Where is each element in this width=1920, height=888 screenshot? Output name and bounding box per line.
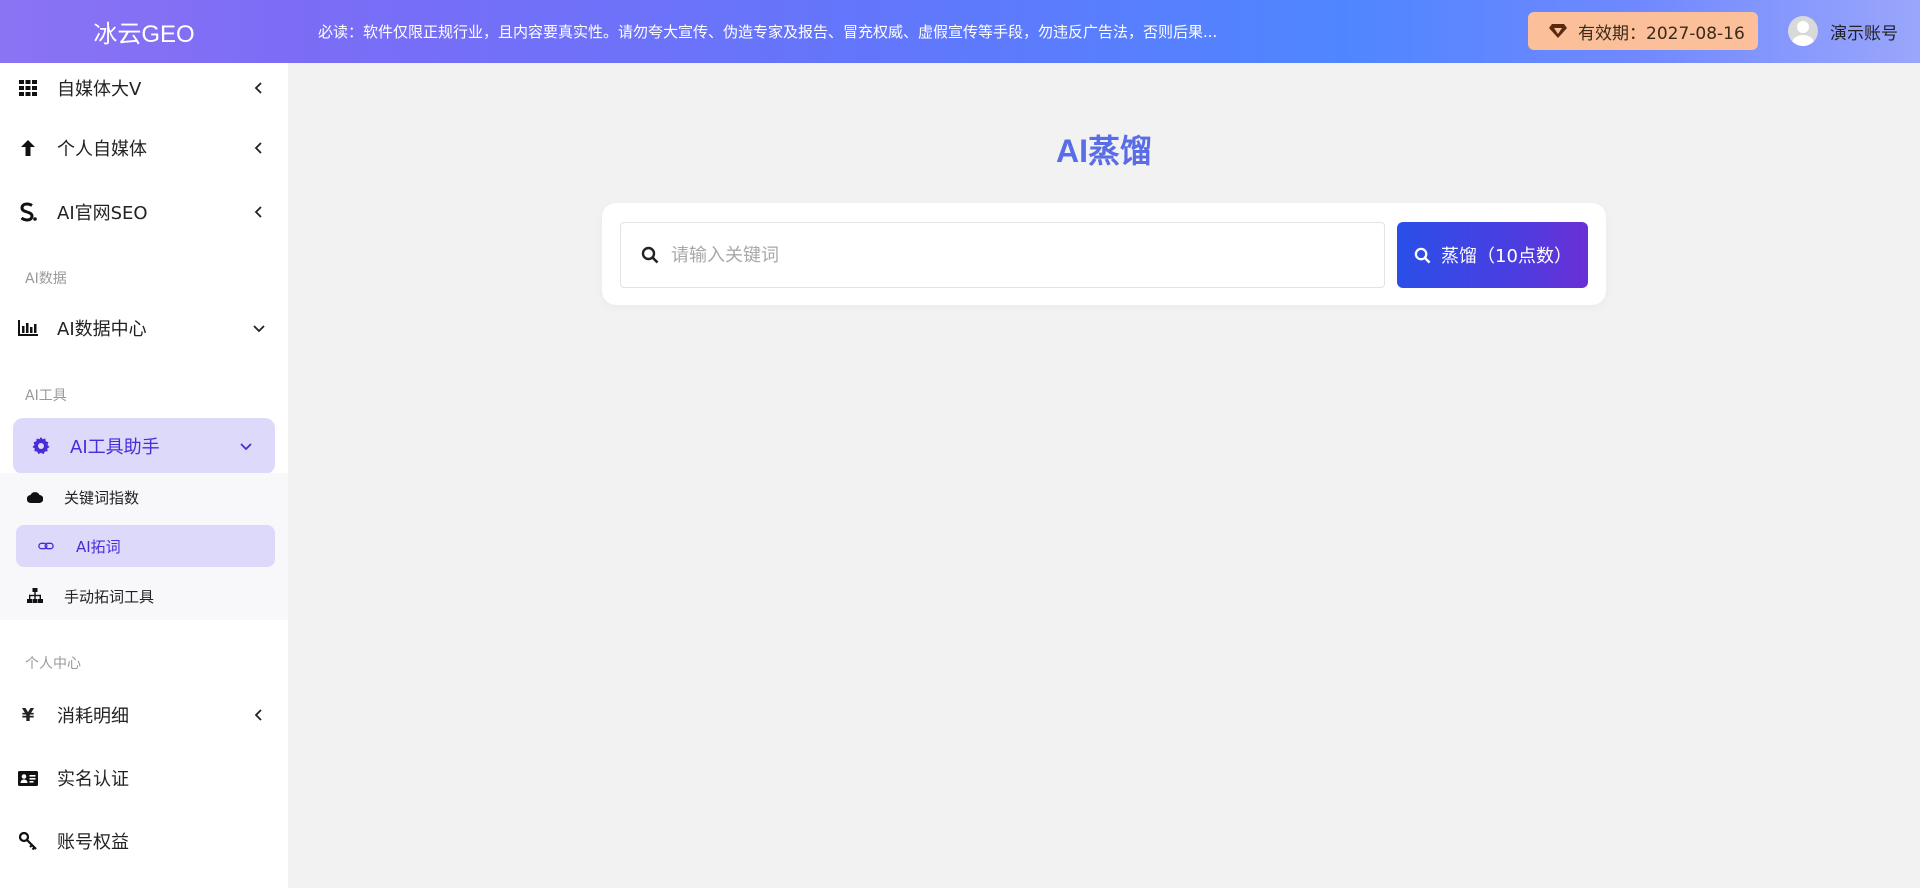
gear-icon xyxy=(31,436,51,456)
expiry-label: 有效期：2027-08-16 xyxy=(1578,23,1745,44)
sidebar-item-label: 实名认证 xyxy=(57,769,129,790)
grid-icon xyxy=(18,78,38,98)
chevron-left-icon xyxy=(252,708,266,722)
sidebar-item-label: 自媒体大V xyxy=(57,79,142,100)
sidebar-item-label: 账号权益 xyxy=(57,832,129,853)
sidebar: 自媒体大V 个人自媒体 AI官网SEO AI数据 AI数据中心 AI工具 AI工… xyxy=(0,63,288,888)
sidebar-item-label: AI工具助手 xyxy=(70,437,160,458)
keyword-input[interactable] xyxy=(671,223,1371,287)
section-label-ai-tools: AI工具 xyxy=(25,388,67,404)
distill-button-label: 蒸馏（10点数） xyxy=(1441,246,1572,267)
chevron-left-icon xyxy=(252,141,266,155)
chevron-down-icon xyxy=(252,321,266,335)
sidebar-item-consumption[interactable]: ¥ 消耗明细 xyxy=(0,690,288,740)
sidebar-item-media-v[interactable]: 自媒体大V xyxy=(0,63,288,113)
section-label-ai-data: AI数据 xyxy=(25,271,67,287)
sidebar-item-ai-seo[interactable]: AI官网SEO xyxy=(0,187,288,237)
sidebar-item-label: AI数据中心 xyxy=(57,319,147,340)
s-logo-icon xyxy=(18,202,38,222)
sidebar-subitem-label: 关键词指数 xyxy=(64,488,140,507)
user-name[interactable]: 演示账号 xyxy=(1830,19,1898,44)
sitemap-icon xyxy=(27,588,43,604)
sidebar-subitem-manual-expand[interactable]: 手动拓词工具 xyxy=(0,576,288,616)
chevron-left-icon xyxy=(252,205,266,219)
app-logo[interactable]: 冰云GEO xyxy=(0,0,288,63)
sidebar-item-tools-helper[interactable]: AI工具助手 xyxy=(13,418,275,474)
search-card: 蒸馏（10点数） xyxy=(602,203,1606,305)
chevron-left-icon xyxy=(252,81,266,95)
search-icon xyxy=(639,244,661,266)
section-label-personal: 个人中心 xyxy=(25,656,81,672)
diamond-icon xyxy=(1548,21,1568,41)
arrow-up-icon xyxy=(18,138,38,158)
sidebar-item-real-name[interactable]: 实名认证 xyxy=(0,753,288,803)
page-title: AI蒸馏 xyxy=(1056,133,1153,169)
sidebar-subitem-keyword-index[interactable]: 关键词指数 xyxy=(0,477,288,517)
sidebar-item-label: 消耗明细 xyxy=(57,706,129,727)
top-header: 冰云GEO 必读：软件仅限正规行业，且内容要真实性。请勿夸大宣传、伪造专家及报告… xyxy=(0,0,1920,63)
sidebar-item-account-rights[interactable]: 账号权益 xyxy=(0,816,288,866)
yen-icon: ¥ xyxy=(21,704,35,726)
key-icon xyxy=(18,831,38,851)
avatar[interactable] xyxy=(1788,16,1818,46)
sidebar-item-label: AI官网SEO xyxy=(57,203,148,224)
sidebar-item-data-center[interactable]: AI数据中心 xyxy=(0,303,288,353)
search-box[interactable] xyxy=(620,222,1385,288)
user-menu[interactable]: 演示账号 xyxy=(1788,16,1898,46)
sidebar-item-label: 个人自媒体 xyxy=(57,139,147,160)
cloud-icon xyxy=(27,489,43,505)
sidebar-subitem-label: 手动拓词工具 xyxy=(64,587,155,606)
tools-submenu: 关键词指数 AI拓词 手动拓词工具 xyxy=(0,473,288,620)
search-icon xyxy=(1413,246,1431,264)
distill-button[interactable]: 蒸馏（10点数） xyxy=(1397,222,1588,288)
sidebar-subitem-ai-expand[interactable]: AI拓词 xyxy=(16,525,275,567)
expiry-badge[interactable]: 有效期：2027-08-16 xyxy=(1528,12,1758,50)
link-icon xyxy=(38,538,54,554)
notice-text: 必读：软件仅限正规行业，且内容要真实性。请勿夸大宣传、伪造专家及报告、冒充权威、… xyxy=(318,23,1218,41)
sidebar-subitem-label: AI拓词 xyxy=(76,537,121,556)
id-card-icon xyxy=(18,768,38,788)
chevron-down-icon xyxy=(239,439,253,453)
bar-chart-icon xyxy=(18,318,38,338)
sidebar-item-personal-media[interactable]: 个人自媒体 xyxy=(0,123,288,173)
